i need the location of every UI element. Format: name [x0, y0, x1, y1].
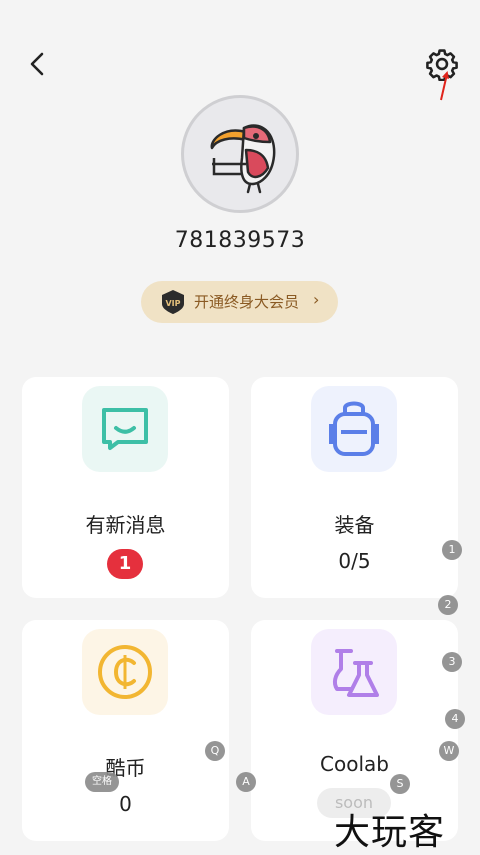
key-hint-space: 空格 — [85, 772, 119, 792]
user-id: 781839573 — [174, 228, 306, 253]
avatar[interactable] — [181, 95, 299, 213]
back-button[interactable] — [22, 48, 54, 80]
card-title: 装备 — [334, 513, 375, 537]
vip-badge-text: VIP — [165, 299, 180, 308]
message-icon — [102, 408, 148, 450]
backpack-icon — [329, 401, 379, 456]
key-hint-w: W — [439, 741, 459, 761]
key-hint-s: S — [390, 774, 410, 794]
key-hint-3: 3 — [442, 652, 462, 672]
card-messages[interactable]: 有新消息 1 — [22, 377, 229, 598]
key-hint-2: 2 — [438, 595, 458, 615]
message-icon-tile — [82, 386, 168, 472]
key-hint-1: 1 — [442, 540, 462, 560]
red-arrow-annotation — [440, 71, 449, 101]
watermark-logo: 大玩客 — [334, 812, 446, 853]
vip-label: 开通终身大会员 — [194, 293, 300, 311]
flask-icon — [332, 649, 379, 697]
backpack-icon-tile — [311, 386, 397, 472]
card-title: 酷币 — [105, 756, 146, 780]
coin-icon-tile — [82, 629, 168, 715]
card-coins[interactable]: 酷币 0 — [22, 620, 229, 841]
new-message-badge: 1 — [107, 549, 143, 579]
key-hint-q: Q — [205, 741, 225, 761]
key-hint-4: 4 — [445, 709, 465, 729]
vip-membership-button[interactable]: VIP 开通终身大会员 › — [141, 281, 338, 323]
coin-icon — [98, 645, 152, 699]
vip-shield-icon: VIP — [162, 290, 184, 314]
card-title: 有新消息 — [85, 513, 166, 537]
vip-chevron: › — [313, 290, 320, 309]
card-title: Coolab — [320, 752, 389, 776]
chevron-left-icon — [30, 52, 44, 76]
toucan-avatar-icon — [210, 124, 276, 194]
key-hint-a: A — [236, 772, 256, 792]
flask-icon-tile — [311, 629, 397, 715]
equipment-count: 0/5 — [338, 549, 371, 573]
card-equipment[interactable]: 装备 0/5 — [251, 377, 458, 598]
coin-balance: 0 — [119, 792, 132, 816]
